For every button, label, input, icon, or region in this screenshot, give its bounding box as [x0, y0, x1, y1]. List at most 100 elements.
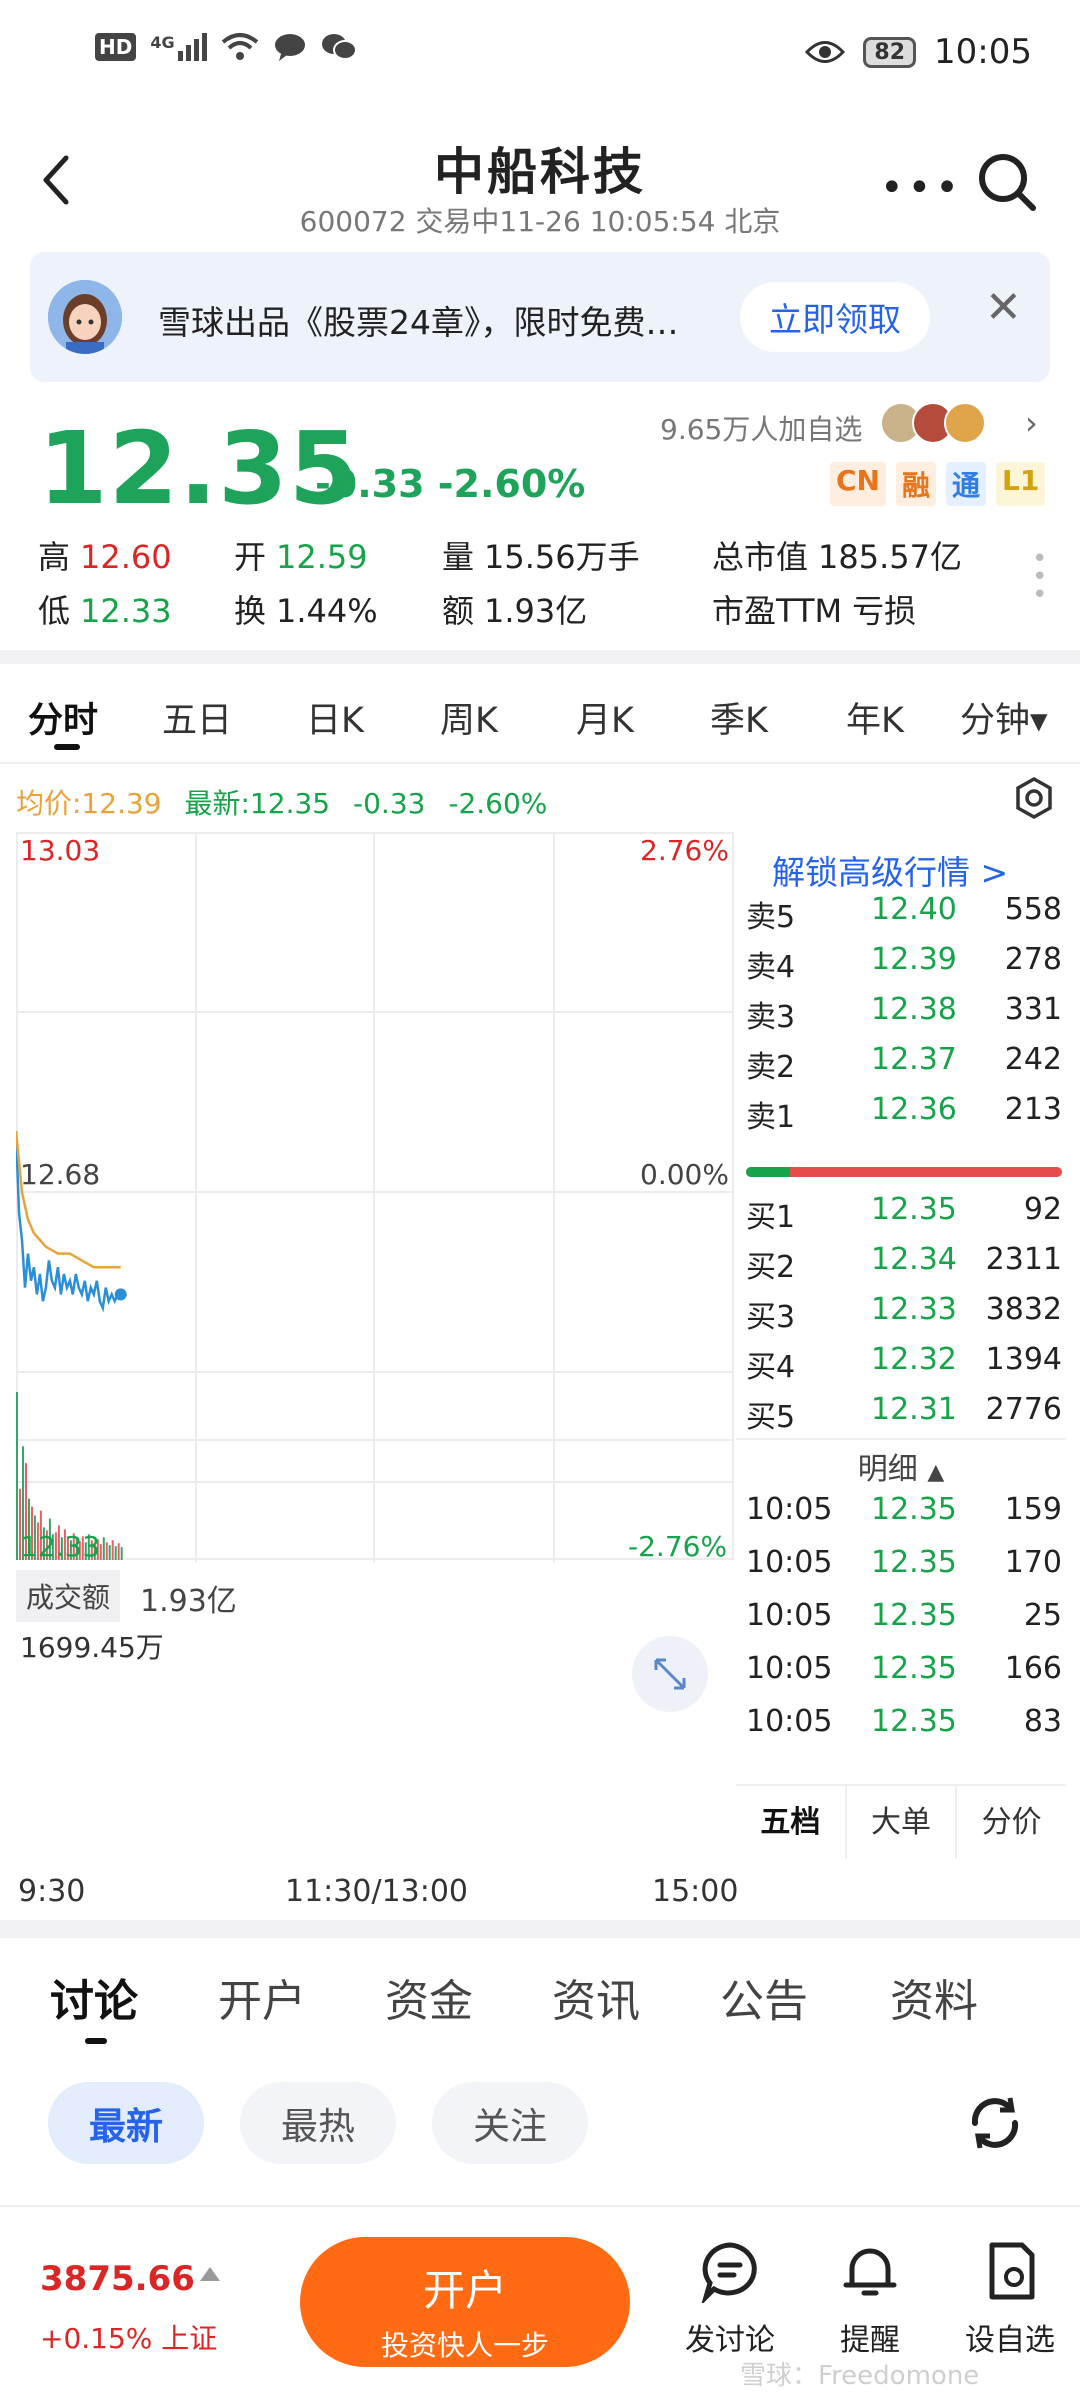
order-book-tabs: 五档 大单 分价 [736, 1784, 1066, 1858]
trade-price: 12.35 [871, 1598, 957, 1633]
refresh-icon[interactable] [960, 2088, 1030, 2158]
trade-row[interactable]: 10:05 12.35 25 [746, 1598, 1062, 1648]
chevron-right-icon[interactable]: › [1025, 404, 1038, 442]
stat-volume: 量 15.56万手 [442, 538, 640, 576]
tab-quarterly-k[interactable]: 季K [710, 692, 768, 743]
level-price: 12.31 [871, 1392, 957, 1427]
trade-row[interactable]: 10:05 12.35 166 [746, 1651, 1062, 1701]
tab-five-day[interactable]: 五日 [162, 692, 232, 743]
tab-open-account[interactable]: 开户 [218, 1965, 306, 2029]
chart-info-line: 均价:12.39 最新:12.35 -0.33 -2.60% [16, 782, 547, 822]
bid-row[interactable]: 买2 12.34 2311 [746, 1242, 1062, 1292]
tab-profile[interactable]: 资料 [890, 1965, 978, 2029]
unlock-advanced-quotes-link[interactable]: 解锁高级行情 > [772, 846, 1008, 894]
badge-3[interactable]: L1 [996, 462, 1046, 506]
add-to-watchlist-button[interactable]: 设自选 [950, 2239, 1070, 2359]
tab-announcements[interactable]: 公告 [720, 1965, 808, 2029]
avg-price: 均价:12.39 [16, 787, 162, 820]
axis-pct-top: 2.76% [640, 834, 729, 867]
volume-total: 1.93亿 [140, 1584, 237, 1619]
filter-hottest[interactable]: 最热 [240, 2082, 396, 2164]
tab-discussion[interactable]: 讨论 [50, 1965, 138, 2029]
triangle-up-icon [200, 2267, 220, 2281]
level-label: 买2 [746, 1250, 796, 1285]
axis-price-bottom: 12.33 [20, 1530, 101, 1563]
post-discussion-button[interactable]: 发讨论 [670, 2239, 790, 2359]
trade-time: 10:05 [746, 1545, 833, 1580]
volume-label[interactable]: 成交额 [16, 1570, 121, 1622]
level-label: 卖5 [746, 900, 796, 935]
bid-row[interactable]: 买3 12.33 3832 [746, 1292, 1062, 1342]
axis-price-mid: 12.68 [20, 1158, 101, 1191]
level-qty: 3832 [985, 1292, 1062, 1327]
stat-market-cap: 总市值 185.57亿 [712, 538, 962, 576]
ask-row[interactable]: 卖1 12.36 213 [746, 1092, 1062, 1142]
axis-price-top: 13.03 [20, 834, 101, 867]
tab-daily-k[interactable]: 日K [306, 692, 364, 743]
level-label: 买5 [746, 1400, 796, 1435]
level-label: 买1 [746, 1200, 796, 1235]
tab-weekly-k[interactable]: 周K [440, 692, 498, 743]
chat-bubble-icon [700, 2242, 757, 2306]
badge-1[interactable]: 融 [895, 462, 936, 506]
tab-news[interactable]: 资讯 [552, 1965, 640, 2029]
index-change[interactable]: +0.15% 上证 [40, 2317, 217, 2357]
badge-0[interactable]: CN [830, 462, 886, 506]
trade-time: 10:05 [746, 1598, 833, 1633]
level-label: 买4 [746, 1350, 796, 1385]
gear-icon[interactable] [1012, 776, 1056, 820]
level-price: 12.32 [871, 1342, 957, 1377]
claim-now-button[interactable]: 立即领取 [740, 282, 930, 352]
tab-monthly-k[interactable]: 月K [576, 692, 634, 743]
open-account-button[interactable]: 开户 投资快人一步 [300, 2237, 630, 2367]
eye-icon [805, 41, 846, 63]
stat-turnover: 换 1.44% [234, 592, 378, 630]
ask-row[interactable]: 卖5 12.40 558 [746, 892, 1062, 942]
trade-detail-header[interactable]: 明细 ▲ [736, 1444, 1066, 1488]
ask-row[interactable]: 卖3 12.38 331 [746, 992, 1062, 1042]
ask-row[interactable]: 卖2 12.37 242 [746, 1042, 1062, 1092]
more-options-icon[interactable]: ••• [880, 165, 963, 211]
bid-row[interactable]: 买1 12.35 92 [746, 1192, 1062, 1242]
tab-large-orders[interactable]: 大单 [847, 1786, 958, 1858]
watchlist-settings-icon [989, 2242, 1035, 2300]
followers-count[interactable]: 9.65万人加自选 [660, 408, 862, 448]
set-alert-button[interactable]: 提醒 [810, 2239, 930, 2359]
wifi-icon [221, 33, 258, 60]
bid-row[interactable]: 买4 12.32 1394 [746, 1342, 1062, 1392]
search-icon[interactable] [975, 150, 1039, 214]
trade-qty: 166 [1004, 1651, 1062, 1686]
intraday-chart[interactable] [16, 832, 734, 1562]
stat-high: 高 12.60 [38, 538, 172, 576]
follower-avatars[interactable] [880, 402, 986, 444]
badge-2[interactable]: 通 [946, 462, 987, 506]
tab-intraday[interactable]: 分时 [28, 692, 98, 743]
trade-row[interactable]: 10:05 12.35 159 [746, 1492, 1062, 1542]
tab-five-levels[interactable]: 五档 [736, 1786, 847, 1858]
tab-price-distribution[interactable]: 分价 [957, 1786, 1066, 1858]
divider [0, 1920, 1080, 1938]
stat-low: 低 12.33 [38, 592, 172, 630]
level-price: 12.38 [871, 992, 957, 1027]
index-value[interactable]: 3875.66 [40, 2259, 195, 2299]
clock: 10:05 [934, 32, 1032, 72]
filter-following[interactable]: 关注 [432, 2082, 588, 2164]
trade-price: 12.35 [871, 1545, 957, 1580]
trade-row[interactable]: 10:05 12.35 170 [746, 1545, 1062, 1595]
expand-chart-icon[interactable] [632, 1636, 708, 1712]
volume-bar [114, 1546, 117, 1560]
promo-banner[interactable]: 雪球出品《股票24章》，限时免费… 立即领取 ✕ [30, 252, 1050, 382]
bid-row[interactable]: 买5 12.31 2776 [746, 1392, 1062, 1442]
tab-yearly-k[interactable]: 年K [846, 692, 904, 743]
trade-row[interactable]: 10:05 12.35 83 [746, 1704, 1062, 1754]
filter-latest[interactable]: 最新 [48, 2082, 204, 2164]
tab-minute-dropdown[interactable]: 分钟▾ [960, 692, 1048, 743]
level-price: 12.36 [871, 1092, 957, 1127]
message-icon [274, 34, 305, 61]
close-icon[interactable]: ✕ [985, 282, 1022, 333]
expand-stats-icon[interactable]: • • • [1032, 546, 1047, 608]
ask-row[interactable]: 卖4 12.39 278 [746, 942, 1062, 992]
trade-qty: 159 [1004, 1492, 1062, 1527]
tab-capital[interactable]: 资金 [385, 1965, 473, 2029]
axis-pct-mid: 0.00% [640, 1158, 729, 1191]
